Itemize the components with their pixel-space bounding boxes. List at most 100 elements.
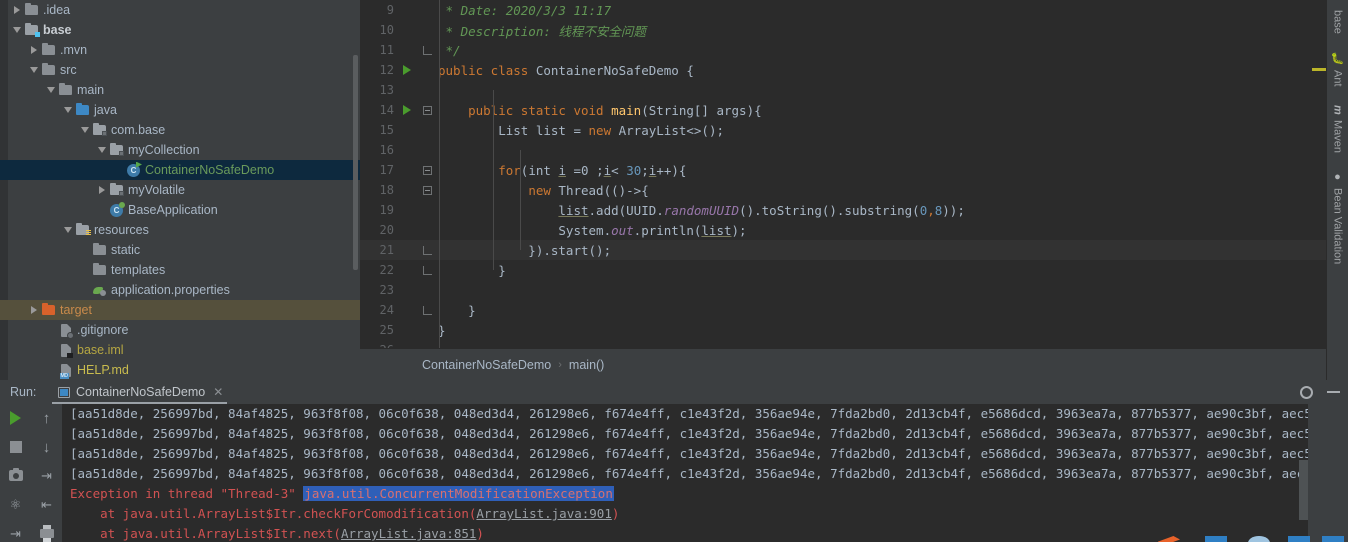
tree-node-java[interactable]: java (0, 100, 360, 120)
tree-twisty-closed[interactable] (10, 6, 23, 14)
tree-twisty-open[interactable] (27, 67, 40, 73)
project-tree[interactable]: .idea base .mvn src main java com.base myCollec… (0, 0, 360, 380)
tree-node-src[interactable]: src (0, 60, 360, 80)
warning-marker[interactable] (1312, 68, 1326, 71)
fold-gutter[interactable] (416, 185, 438, 195)
code-line-14[interactable]: 14 public static void main(String[] args… (360, 100, 1348, 120)
tree-node--gitignore[interactable]: .gitignore (0, 320, 360, 340)
tool-tab-base-label: base (1331, 10, 1344, 34)
taskbar-icon-blue-1[interactable] (1205, 536, 1227, 542)
tree-node-containernosafedemo[interactable]: C ContainerNoSafeDemo (0, 160, 360, 180)
tree-node-icon (108, 142, 125, 156)
tool-tab-maven[interactable]: m Maven (1332, 97, 1344, 163)
tree-node--mvn[interactable]: .mvn (0, 40, 360, 60)
taskbar-icon-blue-2[interactable] (1288, 536, 1310, 542)
console-output-line: [aa51d8de, 256997bd, 84af4825, 963f8f08,… (70, 466, 1308, 481)
fold-gutter[interactable] (416, 105, 438, 115)
console-output[interactable]: [aa51d8de, 256997bd, 84af4825, 963f8f08,… (62, 404, 1308, 542)
fold-gutter[interactable] (416, 305, 438, 315)
code-line-12[interactable]: 12 public class ContainerNoSafeDemo { (360, 60, 1348, 80)
tree-node-com-base[interactable]: com.base (0, 120, 360, 140)
code-line-20[interactable]: 20 System.out.println(list); (360, 220, 1348, 240)
tree-node-application-properties[interactable]: application.properties (0, 280, 360, 300)
close-icon[interactable]: ✕ (213, 385, 223, 399)
tree-twisty-open[interactable] (78, 127, 91, 133)
tree-node-main[interactable]: main (0, 80, 360, 100)
code-line-9[interactable]: 9 * Date: 2020/3/3 11:17 (360, 0, 1348, 20)
stack-frame-link[interactable]: ArrayList.java:901 (476, 506, 611, 521)
scroll-up-icon[interactable]: ↑ (38, 410, 55, 427)
code-line-15[interactable]: 15 List list = new ArrayList<>(); (360, 120, 1348, 140)
code-line-18[interactable]: 18 new Thread(()->{ (360, 180, 1348, 200)
tool-tab-base[interactable]: base (1332, 2, 1344, 44)
code-line-25[interactable]: 25} (360, 320, 1348, 340)
code-line-21[interactable]: 21 }).start(); (360, 240, 1348, 260)
run-tab[interactable]: ContainerNoSafeDemo ✕ (52, 380, 229, 404)
code-editor[interactable]: 9 * Date: 2020/3/3 11:17 10 * Description… (360, 0, 1348, 380)
console-scrollbar-thumb[interactable] (1299, 460, 1308, 520)
code-line-16[interactable]: 16 (360, 140, 1348, 160)
breadcrumb-class[interactable]: ContainerNoSafeDemo (422, 358, 551, 372)
project-scrollbar[interactable] (353, 55, 358, 270)
tree-twisty-closed[interactable] (95, 186, 108, 194)
excluded-folder-icon (42, 302, 55, 315)
minimize-icon[interactable] (1327, 391, 1340, 393)
tree-twisty-open[interactable] (44, 87, 57, 93)
code-line-22[interactable]: 22 } (360, 260, 1348, 280)
code-line-11[interactable]: 11 */ (360, 40, 1348, 60)
tree-twisty-open[interactable] (61, 107, 74, 113)
code-line-26[interactable]: 26 (360, 340, 1348, 348)
taskbar-icon-light[interactable] (1248, 536, 1270, 542)
settings-gear-icon[interactable] (1300, 385, 1313, 399)
tree-twisty-closed[interactable] (27, 306, 40, 314)
run-gutter-icon[interactable] (398, 65, 416, 75)
code-line-23[interactable]: 23 (360, 280, 1348, 300)
run-toolbar-right-column: ↑ ↓ ⇥ ⇤ (31, 404, 62, 542)
taskbar-icon-orange[interactable] (1158, 536, 1180, 542)
filter-icon[interactable]: ⇤ (38, 496, 55, 513)
camera-icon[interactable] (7, 467, 24, 485)
breadcrumb[interactable]: ContainerNoSafeDemo › main() (360, 348, 1348, 380)
tree-node-baseapplication[interactable]: C BaseApplication (0, 200, 360, 220)
tree-node-mycollection[interactable]: myCollection (0, 140, 360, 160)
fold-gutter[interactable] (416, 265, 438, 275)
tree-node-resources[interactable]: resources (0, 220, 360, 240)
code-line-10[interactable]: 10 * Description: 线程不安全问题 (360, 20, 1348, 40)
breadcrumb-method[interactable]: main() (569, 358, 604, 372)
scroll-down-icon[interactable]: ↓ (38, 439, 55, 456)
tree-node-icon (57, 343, 74, 358)
code-line-13[interactable]: 13 (360, 80, 1348, 100)
code-lines-container[interactable]: 9 * Date: 2020/3/3 11:17 10 * Description… (360, 0, 1348, 348)
tree-node-base[interactable]: base (0, 20, 360, 40)
code-line-17[interactable]: 17 for(int i =0 ;i< 30;i++){ (360, 160, 1348, 180)
tool-tab-ant-label: Ant (1331, 70, 1344, 87)
tree-twisty-open[interactable] (10, 27, 23, 33)
tree-twisty-open[interactable] (61, 227, 74, 233)
taskbar-icon-blue-3[interactable] (1322, 536, 1344, 542)
tree-node-static[interactable]: static (0, 240, 360, 260)
tree-twisty-open[interactable] (95, 147, 108, 153)
run-gutter-icon[interactable] (398, 105, 416, 115)
tree-node-help-md[interactable]: MD HELP.md (0, 360, 360, 380)
rerun-failed-icon[interactable]: ⚛ (7, 496, 24, 513)
tree-twisty-closed[interactable] (27, 46, 40, 54)
tree-node-icon (40, 62, 57, 75)
soft-wrap-icon[interactable]: ⇥ (38, 468, 55, 485)
tree-node-myvolatile[interactable]: myVolatile (0, 180, 360, 200)
fold-gutter[interactable] (416, 165, 438, 175)
tool-tab-maven-label: Maven (1331, 119, 1344, 153)
tool-tab-bean-validation[interactable]: ● Bean Validation (1332, 163, 1344, 274)
fold-gutter[interactable] (416, 245, 438, 255)
tree-node-target[interactable]: target (0, 300, 360, 320)
tree-node-templates[interactable]: templates (0, 260, 360, 280)
run-icon[interactable] (7, 410, 24, 427)
code-line-24[interactable]: 24 } (360, 300, 1348, 320)
tool-tab-ant[interactable]: 🐛 Ant (1331, 44, 1344, 97)
tree-node--idea[interactable]: .idea (0, 0, 360, 20)
exception-name-highlight[interactable]: java.util.ConcurrentModificationExceptio… (303, 486, 614, 501)
tree-node-base-iml[interactable]: base.iml (0, 340, 360, 360)
breadcrumb-separator: › (558, 358, 562, 371)
stop-icon[interactable] (7, 439, 24, 456)
code-line-19[interactable]: 19 list.add(UUID.randomUUID().toString()… (360, 200, 1348, 220)
fold-gutter[interactable] (416, 45, 438, 55)
